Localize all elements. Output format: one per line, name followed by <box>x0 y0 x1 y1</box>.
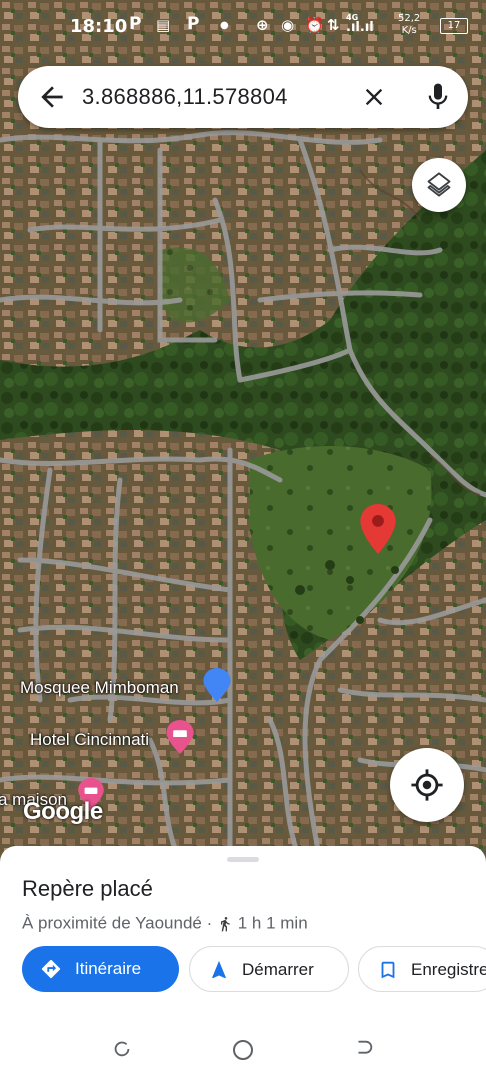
directions-label: Itinéraire <box>75 959 142 978</box>
network-speed: 52,2 K/s <box>398 13 420 37</box>
back-nav-icon[interactable] <box>353 1038 375 1060</box>
parking-app-icon: P <box>129 14 142 34</box>
nearby-text: À proximité de Yaoundé · <box>22 913 217 933</box>
google-watermark: Google <box>23 798 103 825</box>
start-button[interactable]: Démarrer <box>189 946 349 992</box>
poi-label-mosque[interactable]: Mosquee Mimboman <box>20 678 179 698</box>
parking-app-icon-2: P <box>187 14 200 34</box>
search-bar[interactable]: 3.868886,11.578804 <box>18 66 468 128</box>
place-subtitle: À proximité de Yaoundé · 1 h 1 min <box>22 913 308 934</box>
poi-label-hotel[interactable]: Hotel Cincinnati <box>30 730 149 750</box>
home-icon[interactable] <box>231 1038 255 1062</box>
signal-icon: .ıl.ıl <box>346 20 374 35</box>
my-location-button[interactable] <box>390 748 464 822</box>
status-time: 18:10 <box>70 16 128 37</box>
drag-handle[interactable] <box>227 857 259 862</box>
battery-level: 17 <box>447 20 461 31</box>
dropped-pin-icon[interactable] <box>360 504 396 554</box>
dot-icon: ● <box>220 20 229 31</box>
directions-icon <box>41 959 61 979</box>
close-icon[interactable] <box>360 83 388 111</box>
mosque-icon[interactable] <box>203 668 231 702</box>
layers-button[interactable] <box>412 158 466 212</box>
walking-icon <box>221 916 230 931</box>
speed-value: 52,2 <box>398 13 421 24</box>
system-nav-bar <box>0 1014 486 1080</box>
battery-icon: 17 <box>440 18 468 34</box>
navigation-arrow-icon <box>212 960 226 979</box>
arrow-back-icon[interactable] <box>36 81 68 113</box>
data-transfer-icon: ⇅ <box>327 16 340 34</box>
start-label: Démarrer <box>242 960 314 979</box>
location-icon: ◉ <box>281 16 295 34</box>
save-label: Enregistrer <box>411 960 486 979</box>
alarm-icon: ⏰ <box>305 16 324 34</box>
data-saver-icon: ⊕ <box>256 16 269 34</box>
bookmark-icon <box>381 961 395 979</box>
mic-icon[interactable] <box>422 81 454 113</box>
hotel-icon[interactable] <box>166 720 194 754</box>
save-button[interactable]: Enregistrer <box>358 946 486 992</box>
search-query[interactable]: 3.868886,11.578804 <box>82 84 288 110</box>
directions-button[interactable]: Itinéraire <box>22 946 179 992</box>
crosshair-icon <box>411 769 443 801</box>
place-title: Repère placé <box>22 876 153 901</box>
recent-apps-icon[interactable] <box>111 1038 133 1060</box>
place-sheet[interactable]: Repère placé À proximité de Yaoundé · 1 … <box>0 846 486 1080</box>
travel-time: 1 h 1 min <box>237 913 308 933</box>
gallery-icon: ▤ <box>156 16 171 34</box>
layers-icon <box>427 172 451 197</box>
speed-unit: K/s <box>401 25 417 36</box>
status-bar: 18:10 P ▤ P ● ⊕ ◉ ⏰ ⇅ 4G .ıl.ıl 52,2 K/s… <box>0 0 486 56</box>
